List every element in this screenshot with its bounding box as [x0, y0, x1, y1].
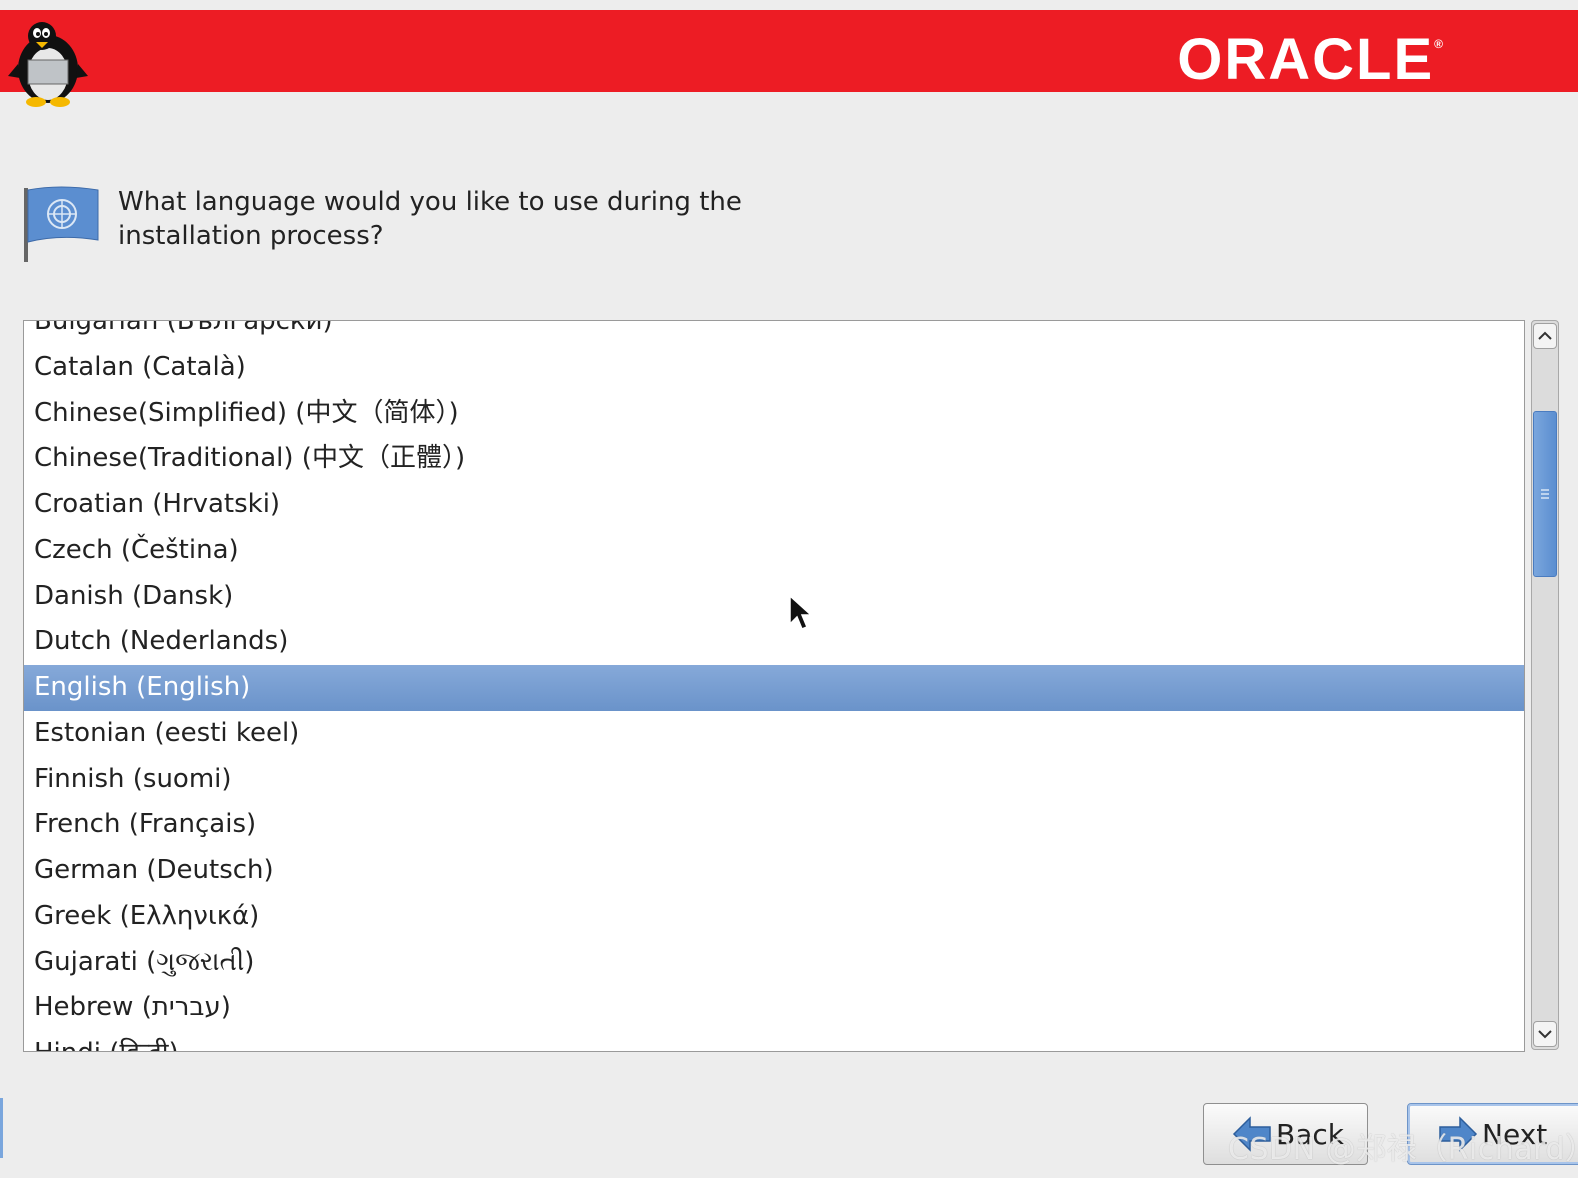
language-item[interactable]: Czech (Čeština) — [24, 528, 1524, 574]
tux-penguin-icon — [8, 22, 88, 107]
language-item[interactable]: Hindi (हिन्दी) — [24, 1031, 1524, 1051]
grip-icon — [1541, 489, 1549, 499]
language-item[interactable]: Gujarati (ગુજરાતી) — [24, 940, 1524, 986]
chevron-up-icon — [1538, 331, 1552, 340]
language-item[interactable]: Hebrew (עברית) — [24, 985, 1524, 1031]
question-line-2: installation process? — [118, 221, 384, 251]
scroll-down-button[interactable] — [1533, 1021, 1557, 1047]
language-flag-icon — [24, 186, 99, 262]
header-banner: ORACLE® — [0, 10, 1578, 92]
language-item[interactable]: Croatian (Hrvatski) — [24, 482, 1524, 528]
mouse-pointer-icon — [789, 594, 813, 630]
chevron-down-icon — [1538, 1030, 1552, 1039]
language-item[interactable]: Finnish (suomi) — [24, 757, 1524, 803]
language-list[interactable]: Bulgarian (Български) Catalan (Català) Chi… — [23, 320, 1525, 1052]
language-item[interactable]: Danish (Dansk) — [24, 574, 1524, 620]
language-item[interactable]: Chinese(Simplified) (中文（简体）) — [24, 391, 1524, 437]
language-item[interactable]: English (English) — [24, 665, 1524, 711]
question-line-1: What language would you like to use duri… — [118, 187, 742, 217]
scroll-thumb[interactable] — [1533, 411, 1557, 577]
top-gap — [0, 0, 1578, 10]
language-item[interactable]: Estonian (eesti keel) — [24, 711, 1524, 757]
oracle-logo: ORACLE® — [1177, 27, 1443, 92]
language-item[interactable]: Chinese(Traditional) (中文（正體）) — [24, 436, 1524, 482]
language-question: What language would you like to use duri… — [118, 185, 818, 253]
scroll-up-button[interactable] — [1533, 323, 1557, 349]
language-item[interactable]: Greek (Ελληνικά) — [24, 894, 1524, 940]
language-item[interactable]: French (Français) — [24, 802, 1524, 848]
language-list-scrollbar[interactable] — [1531, 320, 1559, 1050]
window-edge — [0, 1098, 3, 1158]
watermark-text: CSDN @郑禄（Richard） — [1228, 1132, 1578, 1167]
language-item[interactable]: Catalan (Català) — [24, 345, 1524, 391]
language-item[interactable]: Dutch (Nederlands) — [24, 619, 1524, 665]
language-item[interactable]: German (Deutsch) — [24, 848, 1524, 894]
language-item[interactable]: Bulgarian (Български) — [24, 321, 1524, 345]
language-list-items: Bulgarian (Български) Catalan (Català) Chi… — [24, 321, 1524, 1051]
